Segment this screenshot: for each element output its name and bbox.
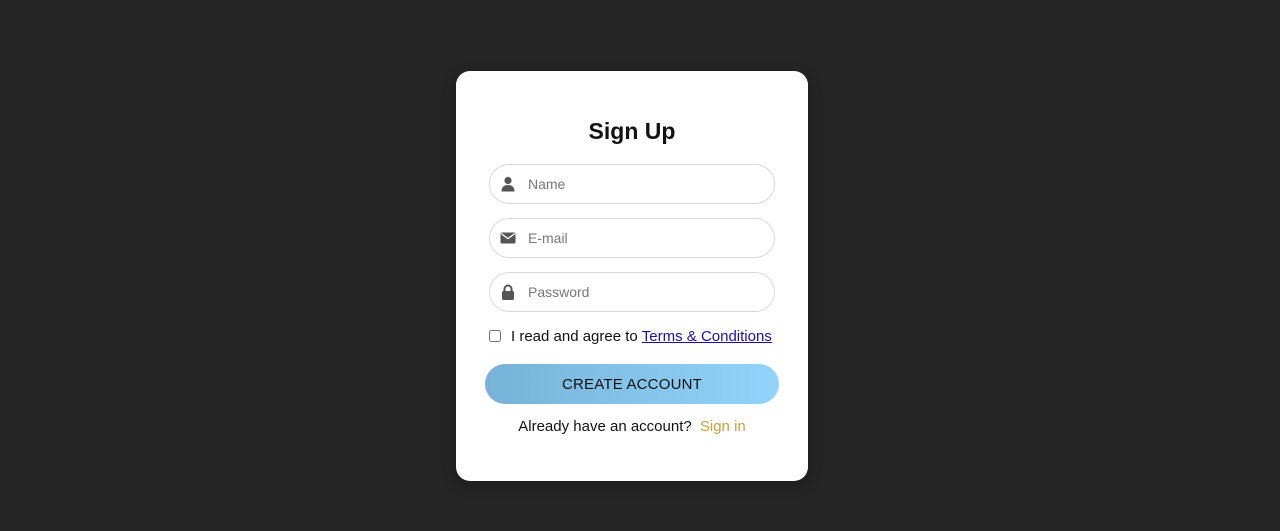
user-icon <box>501 176 515 192</box>
page-title: Sign Up <box>588 118 676 144</box>
email-input[interactable] <box>528 219 764 257</box>
signin-link[interactable]: Sign in <box>700 418 746 435</box>
envelope-icon <box>500 232 516 244</box>
signin-prompt: Already have an account? <box>518 418 692 435</box>
signin-row: Already have an account? Sign in <box>456 418 808 435</box>
terms-checkbox[interactable] <box>489 330 501 342</box>
name-input[interactable] <box>528 165 764 203</box>
terms-row: I read and agree to Terms & Conditions <box>489 326 789 346</box>
email-field[interactable] <box>489 218 775 258</box>
terms-link[interactable]: Terms & Conditions <box>642 328 772 345</box>
name-field[interactable] <box>489 164 775 204</box>
lock-icon <box>502 284 514 300</box>
terms-text: I read and agree to <box>511 327 638 345</box>
password-input[interactable] <box>528 273 764 311</box>
password-field[interactable] <box>489 272 775 312</box>
create-account-button[interactable]: CREATE ACCOUNT <box>485 364 779 404</box>
signup-card: Sign Up I read and agree to Terms & Cond… <box>456 71 808 481</box>
